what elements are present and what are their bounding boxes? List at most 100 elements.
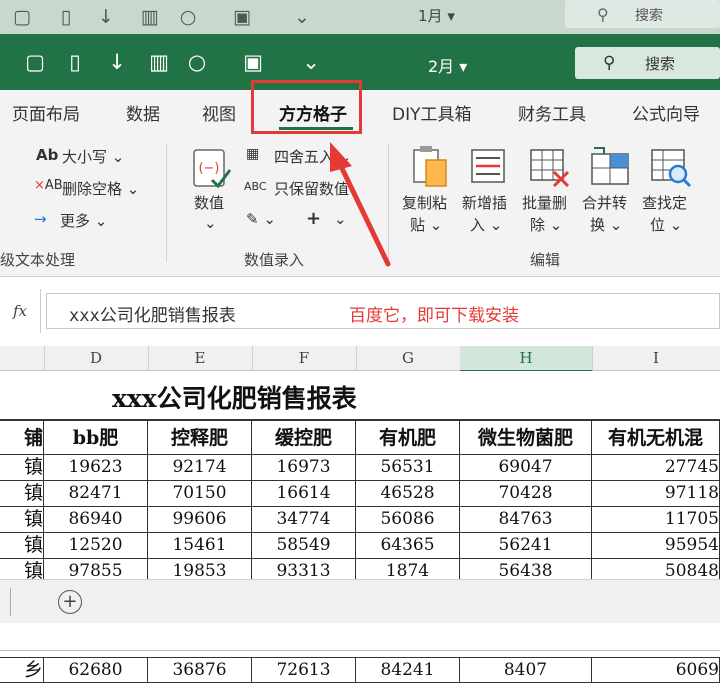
sort-icon: ↓ [98, 6, 114, 28]
customize-icon[interactable]: ⌄ [300, 51, 322, 73]
function-icon[interactable]: fx [0, 289, 41, 333]
column-header-partial[interactable] [0, 346, 45, 370]
table-header-cell[interactable]: 控释肥 [148, 419, 252, 455]
table-cell[interactable]: 50848 [592, 559, 720, 579]
table-cell[interactable]: 27745 [592, 455, 720, 481]
find-locate-button[interactable]: 查找定 [642, 192, 687, 213]
table-cell[interactable]: 84241 [356, 657, 460, 683]
batch-delete-button[interactable]: 批量删 [522, 192, 567, 213]
table-cell[interactable]: 镇 [0, 533, 44, 559]
table-cell[interactable]: 70428 [460, 481, 592, 507]
table-header-cell[interactable]: 有机肥 [356, 419, 460, 455]
touch-mode-icon[interactable]: ▢ [24, 51, 46, 73]
table-header-cell[interactable]: 铺 [0, 419, 44, 455]
worksheet[interactable]: xxx公司化肥销售报表 铺 bb肥 控释肥 缓控肥 有机肥 微生物菌肥 有机无机混镇 1962… [0, 371, 720, 579]
table-cell[interactable]: 36876 [148, 657, 252, 683]
table-cell[interactable]: 69047 [460, 455, 592, 481]
table-cell[interactable]: 34774 [252, 507, 356, 533]
table-cell[interactable]: 6069 [592, 657, 720, 683]
column-header-f[interactable]: F [252, 346, 357, 370]
table-cell[interactable]: 乡 [0, 657, 44, 683]
table-cell[interactable]: 62680 [44, 657, 148, 683]
table-cell[interactable]: 97855 [44, 559, 148, 579]
column-header-e[interactable]: E [148, 346, 253, 370]
table-cell[interactable]: 19853 [148, 559, 252, 579]
formula-input[interactable]: xxx公司化肥销售报表 百度它，即可下载安装 [46, 293, 720, 329]
merge-convert-button[interactable]: 合并转 [582, 192, 627, 213]
column-header-i[interactable]: I [592, 346, 720, 370]
table-cell[interactable]: 92174 [148, 455, 252, 481]
ghost-search-box: ⚲ 搜索 [565, 0, 720, 28]
table-title: xxx公司化肥销售报表 [112, 384, 357, 413]
table-cell[interactable]: 镇 [0, 481, 44, 507]
add-sheet-button[interactable]: + [58, 590, 82, 614]
batch-delete-button-line2[interactable]: 除 ⌄ [530, 214, 562, 235]
table-cell[interactable]: 93313 [252, 559, 356, 579]
new-file-icon[interactable]: ▯ [64, 51, 86, 73]
month-dropdown[interactable]: 2月 ▾ [428, 53, 467, 77]
tab-view[interactable]: 视图 [202, 100, 236, 125]
table-cell[interactable]: 70150 [148, 481, 252, 507]
table-cell[interactable]: 19623 [44, 455, 148, 481]
table-cell[interactable]: 16614 [252, 481, 356, 507]
column-header-d[interactable]: D [44, 346, 149, 370]
sort-icon[interactable]: ↓ [106, 51, 128, 73]
tab-formula-wizard[interactable]: 公式向导 [632, 100, 700, 125]
arrow-right-icon: → [34, 210, 47, 228]
table-cell[interactable]: 97118 [592, 481, 720, 507]
case-button[interactable]: 大小写 ⌄ [62, 146, 124, 167]
column-header-g[interactable]: G [356, 346, 461, 370]
table-cell[interactable]: 镇 [0, 455, 44, 481]
tab-diy-toolbox[interactable]: DIY工具箱 [392, 100, 472, 125]
value-dropdown-arrow[interactable]: ⌄ [204, 214, 217, 232]
edit-icon[interactable]: ✎ ⌄ [246, 210, 276, 228]
table-cell[interactable]: 15461 [148, 533, 252, 559]
table-cell[interactable]: 16973 [252, 455, 356, 481]
column-headers: D E F G H I [0, 346, 720, 372]
table-header-cell[interactable]: bb肥 [44, 419, 148, 455]
table-cell[interactable]: 72613 [252, 657, 356, 683]
table-cell[interactable]: 1874 [356, 559, 460, 579]
table-cell[interactable]: 82471 [44, 481, 148, 507]
table-cell[interactable]: 58549 [252, 533, 356, 559]
table-cell[interactable]: 11705 [592, 507, 720, 533]
table-header-cell[interactable]: 缓控肥 [252, 419, 356, 455]
chart-icon[interactable]: ▥ [148, 51, 170, 73]
remove-space-button[interactable]: 删除空格 ⌄ [62, 178, 139, 199]
merge-convert-button-line2[interactable]: 换 ⌄ [590, 214, 622, 235]
find-locate-button-line2[interactable]: 位 ⌄ [650, 214, 682, 235]
group-divider [166, 144, 167, 262]
table-cell[interactable]: 99606 [148, 507, 252, 533]
table-header-cell[interactable]: 微生物菌肥 [460, 419, 592, 455]
shapes-icon[interactable]: ○ [186, 51, 208, 73]
table-cell[interactable]: 56086 [356, 507, 460, 533]
table-cell[interactable]: 8407 [460, 657, 592, 683]
value-button[interactable]: 数值 [194, 192, 224, 213]
copy-paste-button-line2[interactable]: 贴 ⌄ [410, 214, 442, 235]
table-cell[interactable]: 56438 [460, 559, 592, 579]
table-cell[interactable]: 64365 [356, 533, 460, 559]
copy-paste-button[interactable]: 复制粘 [402, 192, 447, 213]
table-cell[interactable]: 56531 [356, 455, 460, 481]
more-button[interactable]: 更多 ⌄ [60, 210, 107, 231]
table-cell[interactable]: 84763 [460, 507, 592, 533]
annotation-arrow [330, 142, 391, 267]
new-insert-button[interactable]: 新增插 [462, 192, 507, 213]
table-cell[interactable]: 56241 [460, 533, 592, 559]
column-header-h[interactable]: H [460, 346, 593, 372]
table-cell[interactable]: 镇 [0, 507, 44, 533]
table-cell[interactable]: 95954 [592, 533, 720, 559]
tab-page-layout[interactable]: 页面布局 [12, 100, 80, 125]
tab-data[interactable]: 数据 [126, 100, 160, 125]
table-cell[interactable]: 12520 [44, 533, 148, 559]
search-box[interactable]: ⚲ 搜索 [575, 47, 720, 79]
chart-icon: ▥ [141, 6, 159, 28]
table-header-cell[interactable]: 有机无机混 [592, 419, 720, 455]
table-cell[interactable]: 86940 [44, 507, 148, 533]
table-cell[interactable]: 镇 [0, 559, 44, 579]
merge-convert-icon [591, 147, 629, 185]
tab-finance-tools[interactable]: 财务工具 [518, 100, 586, 125]
text-box-icon[interactable]: ▣ [242, 51, 264, 73]
table-cell[interactable]: 46528 [356, 481, 460, 507]
new-insert-button-line2[interactable]: 入 ⌄ [470, 214, 502, 235]
